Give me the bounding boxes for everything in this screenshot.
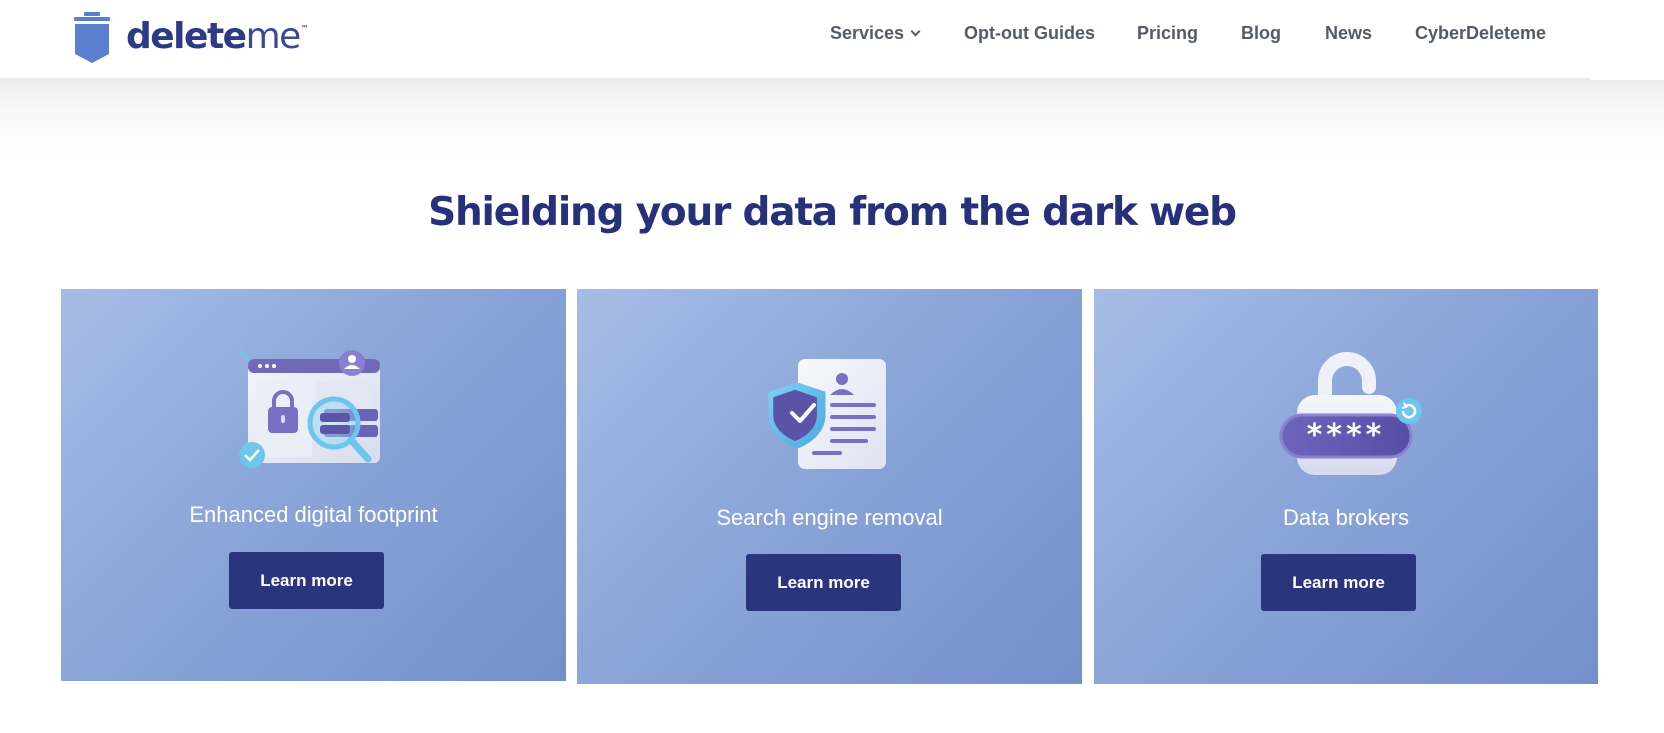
header-divider (0, 78, 1590, 80)
chevron-down-icon (910, 26, 921, 37)
section-heading: Shielding your data from the dark web (428, 190, 1237, 235)
padlock-password-icon: **** (1279, 352, 1422, 475)
learn-more-button[interactable]: Learn more (1261, 554, 1416, 611)
shield-document-icon (768, 359, 886, 469)
logo-wordmark: deleteme (126, 16, 301, 57)
card-title: Data brokers (1283, 505, 1409, 530)
browser-lock-magnifier-icon (238, 349, 380, 468)
nav-opt-out-guides[interactable]: Opt-out Guides (964, 22, 1095, 44)
learn-more-button[interactable]: Learn more (746, 554, 901, 611)
trademark-symbol: ™ (300, 24, 309, 33)
header-shadow (0, 79, 1664, 159)
card-title: Search engine removal (716, 505, 943, 530)
site-header: deleteme ™ Services Opt-out Guides Prici… (0, 0, 1664, 80)
nav-pricing[interactable]: Pricing (1137, 22, 1198, 44)
card-enhanced-digital-footprint: Enhanced digital footprint Learn more (61, 289, 566, 681)
card-search-engine-removal: Search engine removal Learn more (577, 289, 1082, 684)
deleteme-logo[interactable]: deleteme ™ (72, 12, 309, 64)
trash-shield-icon (74, 12, 110, 63)
svg-text:****: **** (1307, 418, 1386, 453)
nav-services[interactable]: Services (830, 22, 921, 44)
learn-more-button[interactable]: Learn more (229, 552, 384, 609)
card-data-brokers: **** Data brokers Learn more (1094, 289, 1598, 684)
nav-cyberdeleteme[interactable]: CyberDeleteme (1415, 22, 1546, 44)
nav-news[interactable]: News (1325, 22, 1372, 44)
nav-blog[interactable]: Blog (1241, 22, 1281, 44)
card-title: Enhanced digital footprint (189, 502, 438, 527)
